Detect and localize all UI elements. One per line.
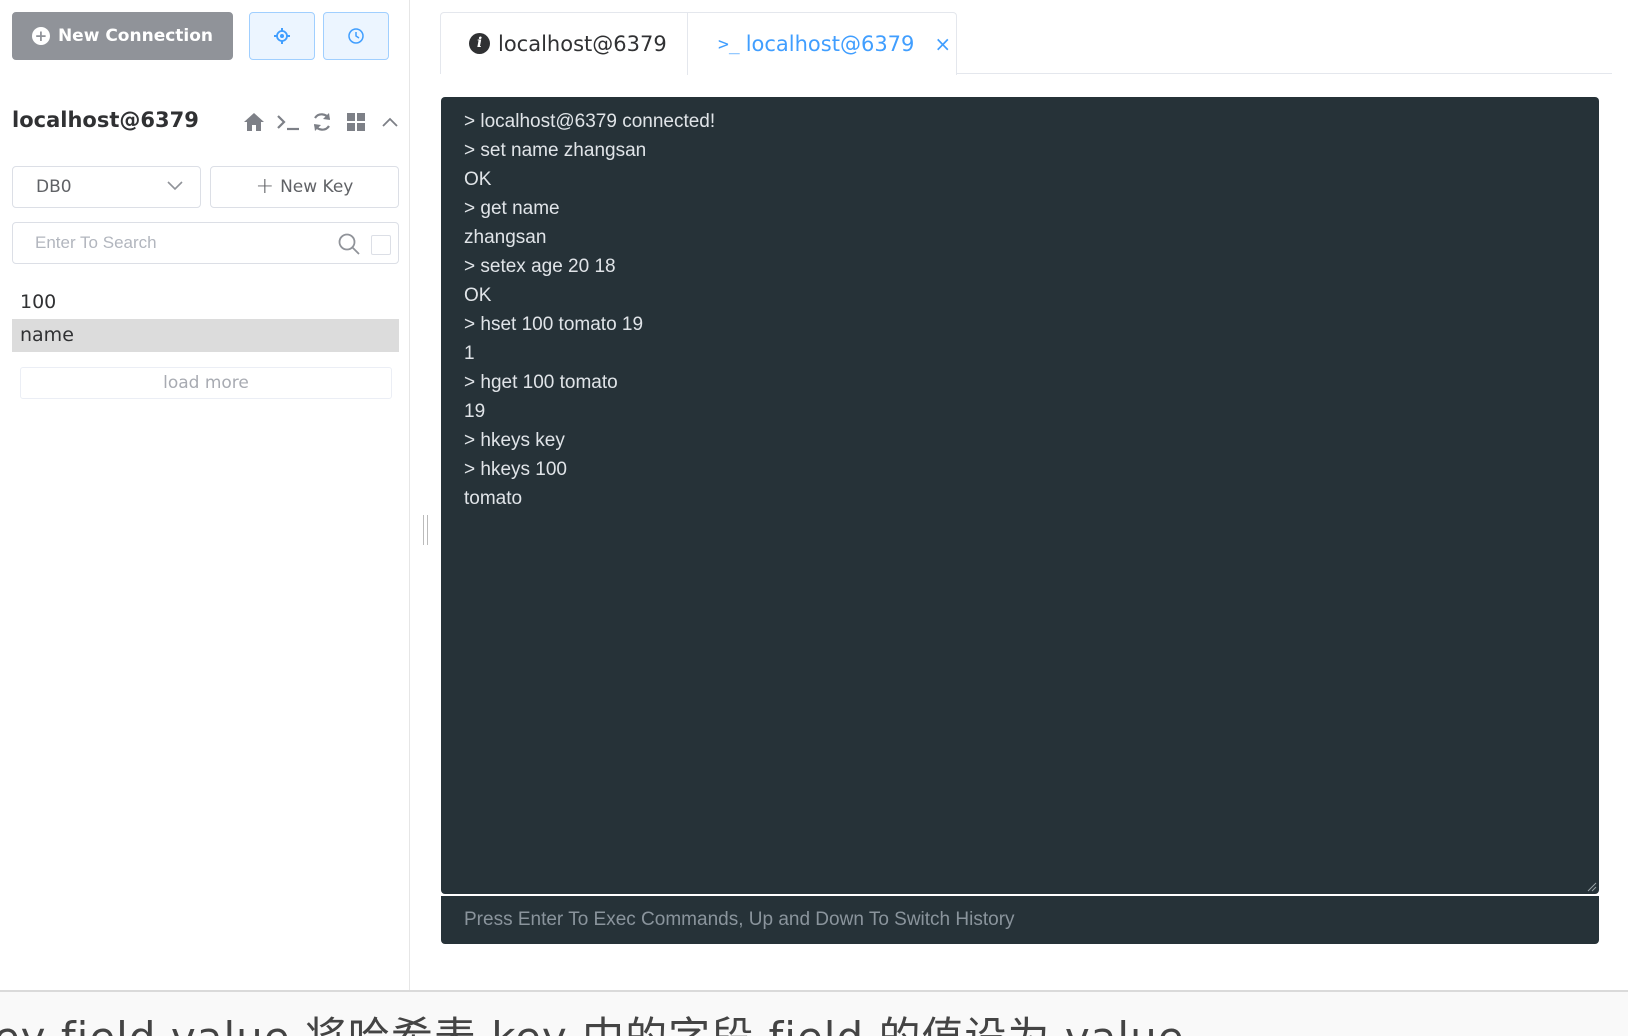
terminal-line: > localhost@6379 connected! [464, 111, 716, 132]
terminal-line: > setex age 20 18 [464, 256, 616, 277]
bottom-caption-strip: key field value 将哈希表 key 中的字段 field 的值设为… [0, 990, 1628, 1036]
home-icon[interactable] [242, 110, 266, 134]
db-select-value: DB0 [36, 177, 72, 197]
new-connection-button[interactable]: + New Connection [12, 12, 233, 60]
search-box [12, 222, 399, 264]
terminal-line: OK [464, 285, 492, 306]
key-list: 100 name [12, 286, 399, 352]
command-input[interactable] [441, 896, 1599, 944]
load-more-button[interactable]: load more [20, 367, 392, 399]
clock-icon [348, 28, 364, 44]
plus-circle-icon: + [31, 27, 50, 45]
terminal-line: > hset 100 tomato 19 [464, 314, 644, 335]
chevron-down-icon [167, 181, 183, 191]
exact-match-checkbox[interactable] [371, 235, 391, 255]
terminal-line: > set name zhangsan [464, 140, 647, 161]
db-select[interactable]: DB0 [12, 166, 201, 208]
sidebar: + New Connection localhost@6379 DB0 + Ne… [0, 0, 410, 990]
terminal-line: tomato [464, 488, 523, 509]
refresh-icon[interactable] [310, 110, 334, 134]
terminal-line: > hkeys key [464, 430, 565, 451]
terminal-icon: >_ [718, 33, 740, 55]
top-toolbar: + New Connection [12, 12, 389, 60]
close-icon[interactable]: × [934, 32, 951, 56]
new-connection-label: New Connection [57, 26, 214, 46]
pane-splitter-handle[interactable] [423, 515, 428, 545]
tab-info[interactable]: i localhost@6379 [440, 12, 688, 74]
search-icon[interactable] [338, 233, 360, 255]
terminal-line: zhangsan [464, 227, 547, 248]
command-input-wrap [441, 896, 1599, 944]
plus-icon: + [255, 174, 275, 199]
connection-actions [242, 110, 402, 134]
chevron-up-icon[interactable] [378, 110, 402, 134]
tab-cli[interactable]: >_ localhost@6379 × [687, 12, 957, 75]
grid-icon[interactable] [344, 110, 368, 134]
settings-button[interactable] [249, 12, 315, 60]
resize-grip-icon[interactable] [1585, 880, 1597, 892]
terminal-line: > hkeys 100 [464, 459, 567, 480]
terminal-line: OK [464, 169, 492, 190]
terminal-lines: > localhost@6379 connected! > set name zh… [464, 107, 1576, 513]
search-input[interactable] [23, 229, 323, 257]
tabs-bar: i localhost@6379 >_ localhost@6379 × [440, 12, 1612, 75]
terminal-line: 1 [464, 343, 475, 364]
connection-title: localhost@6379 [12, 108, 199, 132]
new-key-label: New Key [280, 177, 354, 197]
bottom-caption: key field value 将哈希表 key 中的字段 field 的值设为… [0, 1004, 1185, 1036]
tab-info-label: localhost@6379 [498, 31, 667, 56]
terminal-line: 19 [464, 401, 486, 422]
key-item-100[interactable]: 100 [12, 286, 399, 319]
info-icon: i [469, 33, 490, 54]
new-key-button[interactable]: + New Key [210, 166, 399, 208]
terminal-line: > hget 100 tomato [464, 372, 618, 393]
settings-gear-icon [274, 28, 290, 44]
tab-cli-label: localhost@6379 [745, 32, 915, 56]
key-item-name[interactable]: name [12, 319, 399, 352]
terminal-output[interactable]: > localhost@6379 connected! > set name zh… [441, 97, 1599, 894]
terminal-line: > get name [464, 198, 560, 219]
history-button[interactable] [323, 12, 389, 60]
terminal-icon[interactable] [276, 110, 300, 134]
